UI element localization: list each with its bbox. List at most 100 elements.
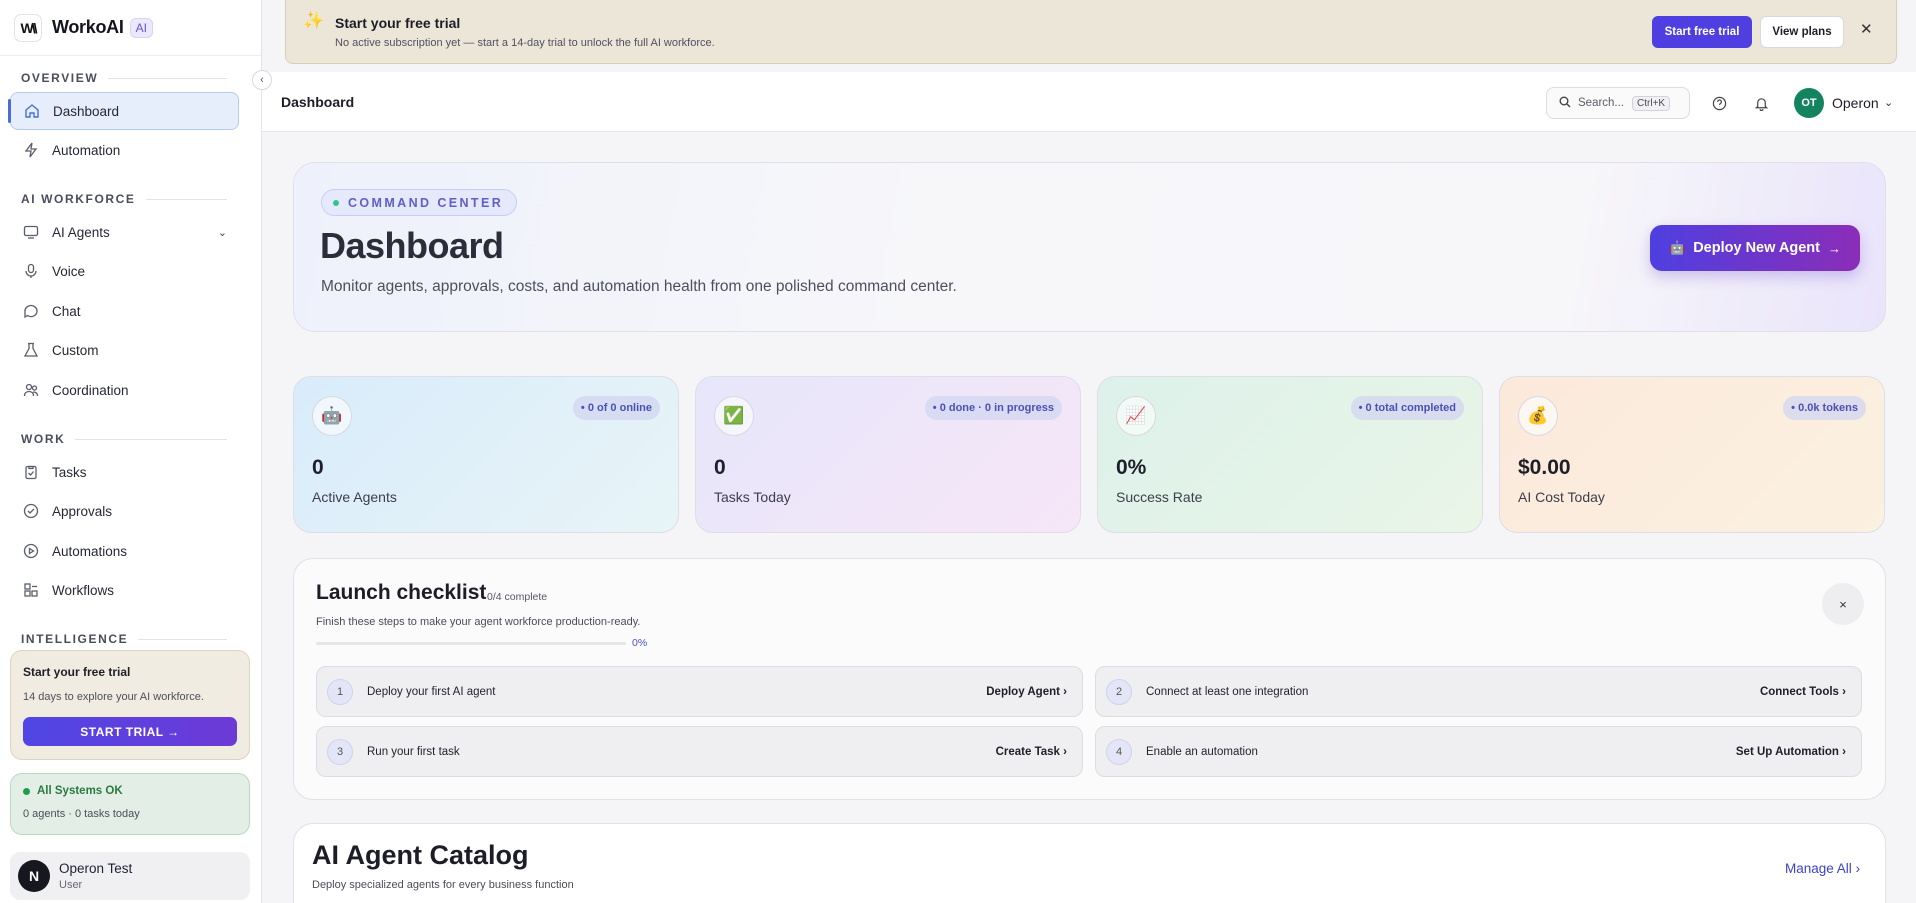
brand-logo: W\\ bbox=[14, 13, 42, 42]
status-dot bbox=[333, 199, 339, 206]
checklist-step[interactable]: 4 Enable an automation Set Up Automation… bbox=[1095, 726, 1862, 777]
nav-tasks[interactable]: Tasks bbox=[10, 453, 239, 491]
nav-voice[interactable]: Voice bbox=[10, 252, 239, 290]
kpi-label: Success Rate bbox=[1116, 489, 1203, 505]
kpi-value: 0 bbox=[714, 456, 726, 479]
kpi-label: Tasks Today bbox=[714, 489, 791, 505]
step-action[interactable]: Create Task › bbox=[996, 746, 1067, 758]
step-action-label: Deploy Agent bbox=[986, 685, 1060, 698]
system-status-card: All Systems OK 0 agents · 0 tasks today bbox=[10, 773, 250, 835]
flask-icon bbox=[22, 341, 40, 359]
robot-icon: 🤖 bbox=[312, 396, 352, 436]
nav-automations[interactable]: Automations bbox=[10, 532, 239, 570]
section-ai-workforce: AI WORKFORCE bbox=[0, 190, 261, 208]
chevron-right-icon: › bbox=[1842, 685, 1846, 698]
nav-ai-agents[interactable]: AI Agents ⌄ bbox=[10, 213, 239, 251]
kpi-badge: • 0.0k tokens bbox=[1783, 396, 1866, 420]
checklist-step[interactable]: 2 Connect at least one integration Conne… bbox=[1095, 666, 1862, 717]
checklist-step[interactable]: 3 Run your first task Create Task › bbox=[316, 726, 1083, 777]
step-action[interactable]: Connect Tools › bbox=[1760, 686, 1846, 698]
trial-banner: ✨ Start your free trial No active subscr… bbox=[285, 0, 1897, 64]
step-number: 1 bbox=[327, 678, 353, 705]
trial-card-title: Start your free trial bbox=[23, 665, 131, 679]
close-icon[interactable]: × bbox=[1822, 583, 1864, 625]
chevron-right-icon: › bbox=[1855, 861, 1861, 876]
nav-dashboard-label: Dashboard bbox=[53, 103, 120, 119]
banner-title: Start your free trial bbox=[335, 15, 461, 31]
search-input[interactable]: Search... Ctrl+K bbox=[1546, 87, 1690, 119]
nav-workflows[interactable]: Workflows bbox=[10, 571, 239, 609]
view-plans-button[interactable]: View plans bbox=[1760, 16, 1844, 48]
play-circle-icon bbox=[22, 542, 40, 560]
header-user-name[interactable]: Operon bbox=[1832, 95, 1879, 111]
nav-coordination[interactable]: Coordination bbox=[10, 371, 239, 409]
manage-all-link[interactable]: Manage All › bbox=[1785, 861, 1860, 876]
chevron-down-icon[interactable]: ⌄ bbox=[1884, 96, 1893, 109]
deploy-new-agent-button[interactable]: 🤖 Deploy New Agent → bbox=[1650, 225, 1860, 271]
search-placeholder: Search... bbox=[1578, 97, 1625, 109]
start-trial-button[interactable]: START TRIAL → bbox=[23, 717, 237, 746]
status-detail: 0 agents · 0 tasks today bbox=[23, 808, 140, 820]
nav-automations-label: Automations bbox=[52, 543, 128, 559]
launch-checklist: Launch checklist 0/4 complete Finish the… bbox=[293, 558, 1886, 800]
user-profile[interactable]: N Operon Test User bbox=[10, 852, 250, 900]
chevron-down-icon[interactable]: ⌄ bbox=[218, 226, 227, 239]
kpi-card-ai-cost[interactable]: 💰 • 0.0k tokens $0.00 AI Cost Today bbox=[1499, 376, 1885, 533]
kpi-label: Active Agents bbox=[312, 489, 397, 505]
page-title: Dashboard bbox=[281, 94, 355, 110]
clipboard-icon bbox=[22, 463, 40, 481]
close-icon[interactable]: ✕ bbox=[1860, 20, 1873, 38]
top-header: Dashboard Search... Ctrl+K OT Operon ⌄ bbox=[262, 72, 1916, 132]
kpi-value: $0.00 bbox=[1518, 456, 1571, 479]
step-action[interactable]: Set Up Automation › bbox=[1736, 746, 1846, 758]
agent-catalog: AI Agent Catalog Deploy specialized agen… bbox=[293, 823, 1886, 903]
kpi-card-success-rate[interactable]: 📈 • 0 total completed 0% Success Rate bbox=[1097, 376, 1483, 533]
kpi-card-active-agents[interactable]: 🤖 • 0 of 0 online 0 Active Agents bbox=[293, 376, 679, 533]
collapse-sidebar-button[interactable]: ‹ bbox=[252, 70, 272, 90]
chevron-right-icon: › bbox=[1063, 745, 1067, 758]
nav-dashboard[interactable]: Dashboard bbox=[8, 92, 239, 130]
step-action[interactable]: Deploy Agent › bbox=[986, 686, 1067, 698]
sidebar: W\\ WorkoAI AI OVERVIEW Dashboard Automa… bbox=[0, 0, 262, 903]
bell-icon[interactable] bbox=[1752, 94, 1770, 112]
search-icon bbox=[1559, 96, 1571, 111]
catalog-title: AI Agent Catalog bbox=[312, 840, 529, 870]
step-number: 2 bbox=[1106, 678, 1132, 705]
kpi-label: AI Cost Today bbox=[1518, 489, 1605, 505]
step-text: Enable an automation bbox=[1146, 745, 1258, 758]
header-avatar[interactable]: OT bbox=[1794, 88, 1824, 118]
check-circle-icon bbox=[22, 502, 40, 520]
chevron-right-icon: › bbox=[1842, 745, 1846, 758]
step-text: Connect at least one integration bbox=[1146, 685, 1309, 698]
trial-card-subtitle: 14 days to explore your AI workforce. bbox=[23, 691, 204, 703]
nav-automation[interactable]: Automation bbox=[10, 131, 239, 169]
chevron-left-icon: ‹ bbox=[260, 74, 264, 86]
kpi-badge: • 0 of 0 online bbox=[572, 396, 660, 420]
nav-tasks-label: Tasks bbox=[52, 464, 87, 480]
nav-chat-label: Chat bbox=[52, 303, 81, 319]
kpi-card-tasks-today[interactable]: ✅ • 0 done · 0 in progress 0 Tasks Today bbox=[695, 376, 1081, 533]
start-free-trial-button[interactable]: Start free trial bbox=[1652, 16, 1752, 48]
arrow-right-icon: → bbox=[1827, 240, 1841, 256]
monitor-icon bbox=[22, 223, 40, 241]
microphone-icon bbox=[22, 262, 40, 280]
nav-custom[interactable]: Custom bbox=[10, 331, 239, 369]
chart-up-icon: 📈 bbox=[1116, 396, 1156, 436]
avatar: N bbox=[18, 860, 50, 892]
section-work: WORK bbox=[0, 430, 261, 448]
bolt-icon bbox=[22, 141, 40, 159]
step-text: Deploy your first AI agent bbox=[367, 685, 496, 698]
user-role: User bbox=[59, 879, 83, 891]
checklist-progress-bar bbox=[316, 642, 626, 645]
status-title: All Systems OK bbox=[37, 785, 123, 797]
nav-voice-label: Voice bbox=[52, 263, 86, 279]
hero-pill-label: COMMAND CENTER bbox=[348, 195, 504, 210]
nav-approvals[interactable]: Approvals bbox=[10, 492, 239, 530]
nav-workflows-label: Workflows bbox=[52, 582, 115, 598]
money-bag-icon: 💰 bbox=[1518, 396, 1558, 436]
brand[interactable]: W\\ WorkoAI AI bbox=[0, 0, 261, 56]
nav-chat[interactable]: Chat bbox=[10, 292, 239, 330]
help-icon[interactable] bbox=[1710, 94, 1728, 112]
step-action-label: Create Task bbox=[995, 745, 1060, 758]
checklist-step[interactable]: 1 Deploy your first AI agent Deploy Agen… bbox=[316, 666, 1083, 717]
